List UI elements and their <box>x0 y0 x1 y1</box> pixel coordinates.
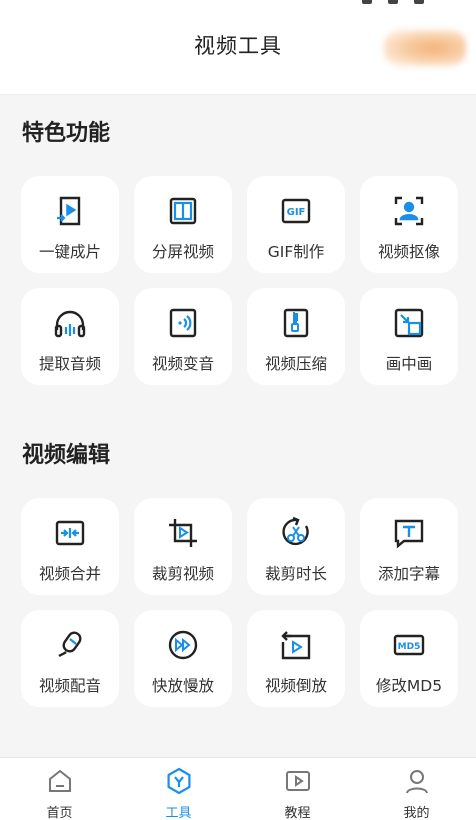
tool-label: 分屏视频 <box>151 243 214 261</box>
tool-label: 视频合并 <box>38 565 101 583</box>
editing-tools-grid: 视频合并 裁剪视频 裁剪时长 添加字幕视频配音 快放慢放 视频倒放 MD5 修改MD5 <box>21 498 459 707</box>
tab-tools[interactable]: 工具 <box>119 758 238 820</box>
profile-icon <box>403 758 431 799</box>
tool-label: 添加字幕 <box>377 565 440 583</box>
tool-card-dubbing[interactable]: 视频配音 <box>21 610 119 707</box>
tool-label: 裁剪时长 <box>264 565 327 583</box>
voice-change-icon <box>166 306 200 340</box>
headphones-icon <box>53 306 87 340</box>
tool-card-reverse[interactable]: 视频倒放 <box>247 610 345 707</box>
gif-icon: GIF <box>279 194 313 228</box>
tool-card-portrait-cutout[interactable]: 视频抠像 <box>360 176 458 273</box>
tool-card-split-screen[interactable]: 分屏视频 <box>134 176 232 273</box>
md5-icon: MD5 <box>392 628 426 662</box>
tool-card-crop[interactable]: 裁剪视频 <box>134 498 232 595</box>
tool-label: 视频倒放 <box>264 677 327 695</box>
tool-label: 视频配音 <box>38 677 101 695</box>
tab-label: 教程 <box>284 806 311 820</box>
tool-label: 一键成片 <box>38 243 101 261</box>
tab-label: 我的 <box>403 806 430 820</box>
tool-label: 快放慢放 <box>151 677 214 695</box>
tool-card-compress[interactable]: 视频压缩 <box>247 288 345 385</box>
compress-icon <box>279 306 313 340</box>
tool-label: 提取音频 <box>38 355 101 373</box>
svg-text:MD5: MD5 <box>398 642 421 652</box>
tab-profile[interactable]: 我的 <box>357 758 476 820</box>
tool-card-speed[interactable]: 快放慢放 <box>134 610 232 707</box>
tutorial-icon <box>284 758 312 799</box>
one-click-video-icon <box>53 194 87 228</box>
home-icon <box>46 758 74 799</box>
dubbing-icon <box>53 628 87 662</box>
tool-label: 视频抠像 <box>377 243 440 261</box>
tool-card-trim-duration[interactable]: 裁剪时长 <box>247 498 345 595</box>
blurred-user-badge[interactable] <box>384 30 466 66</box>
portrait-cutout-icon <box>392 194 426 228</box>
reverse-icon <box>279 628 313 662</box>
tab-tutorial[interactable]: 教程 <box>238 758 357 820</box>
tool-label: 画中画 <box>385 355 433 373</box>
svg-text:GIF: GIF <box>287 207 306 218</box>
tool-card-merge[interactable]: 视频合并 <box>21 498 119 595</box>
tab-label: 首页 <box>46 806 73 820</box>
tab-home[interactable]: 首页 <box>0 758 119 820</box>
tool-label: 裁剪视频 <box>151 565 214 583</box>
tool-card-voice-change[interactable]: 视频变音 <box>134 288 232 385</box>
tool-label: 视频变音 <box>151 355 214 373</box>
tool-card-one-click-video[interactable]: 一键成片 <box>21 176 119 273</box>
picture-in-picture-icon <box>392 306 426 340</box>
split-screen-icon <box>166 194 200 228</box>
trim-duration-icon <box>279 516 313 550</box>
tool-card-gif[interactable]: GIF GIF制作 <box>247 176 345 273</box>
tab-label: 工具 <box>165 806 192 820</box>
tools-icon <box>165 758 193 799</box>
crop-icon <box>166 516 200 550</box>
tool-card-headphones[interactable]: 提取音频 <box>21 288 119 385</box>
section-title-featured: 特色功能 <box>22 121 111 146</box>
section-title-editing: 视频编辑 <box>22 443 111 468</box>
merge-icon <box>53 516 87 550</box>
tool-card-picture-in-picture[interactable]: 画中画 <box>360 288 458 385</box>
speed-icon <box>166 628 200 662</box>
tool-card-md5[interactable]: MD5 修改MD5 <box>360 610 458 707</box>
tool-label: 视频压缩 <box>264 355 327 373</box>
featured-tools-grid: 一键成片 分屏视频 GIF GIF制作 视频抠像提取音频 视频变音 视频压缩 画中画 <box>21 176 459 385</box>
subtitle-icon <box>392 516 426 550</box>
tool-label: 修改MD5 <box>375 677 443 695</box>
status-bar-fragment <box>362 0 424 6</box>
tool-card-subtitle[interactable]: 添加字幕 <box>360 498 458 595</box>
bottom-tab-bar: 首页 工具 教程 我的 <box>0 757 476 820</box>
header: 视频工具 <box>0 0 476 95</box>
tool-label: GIF制作 <box>267 243 325 261</box>
